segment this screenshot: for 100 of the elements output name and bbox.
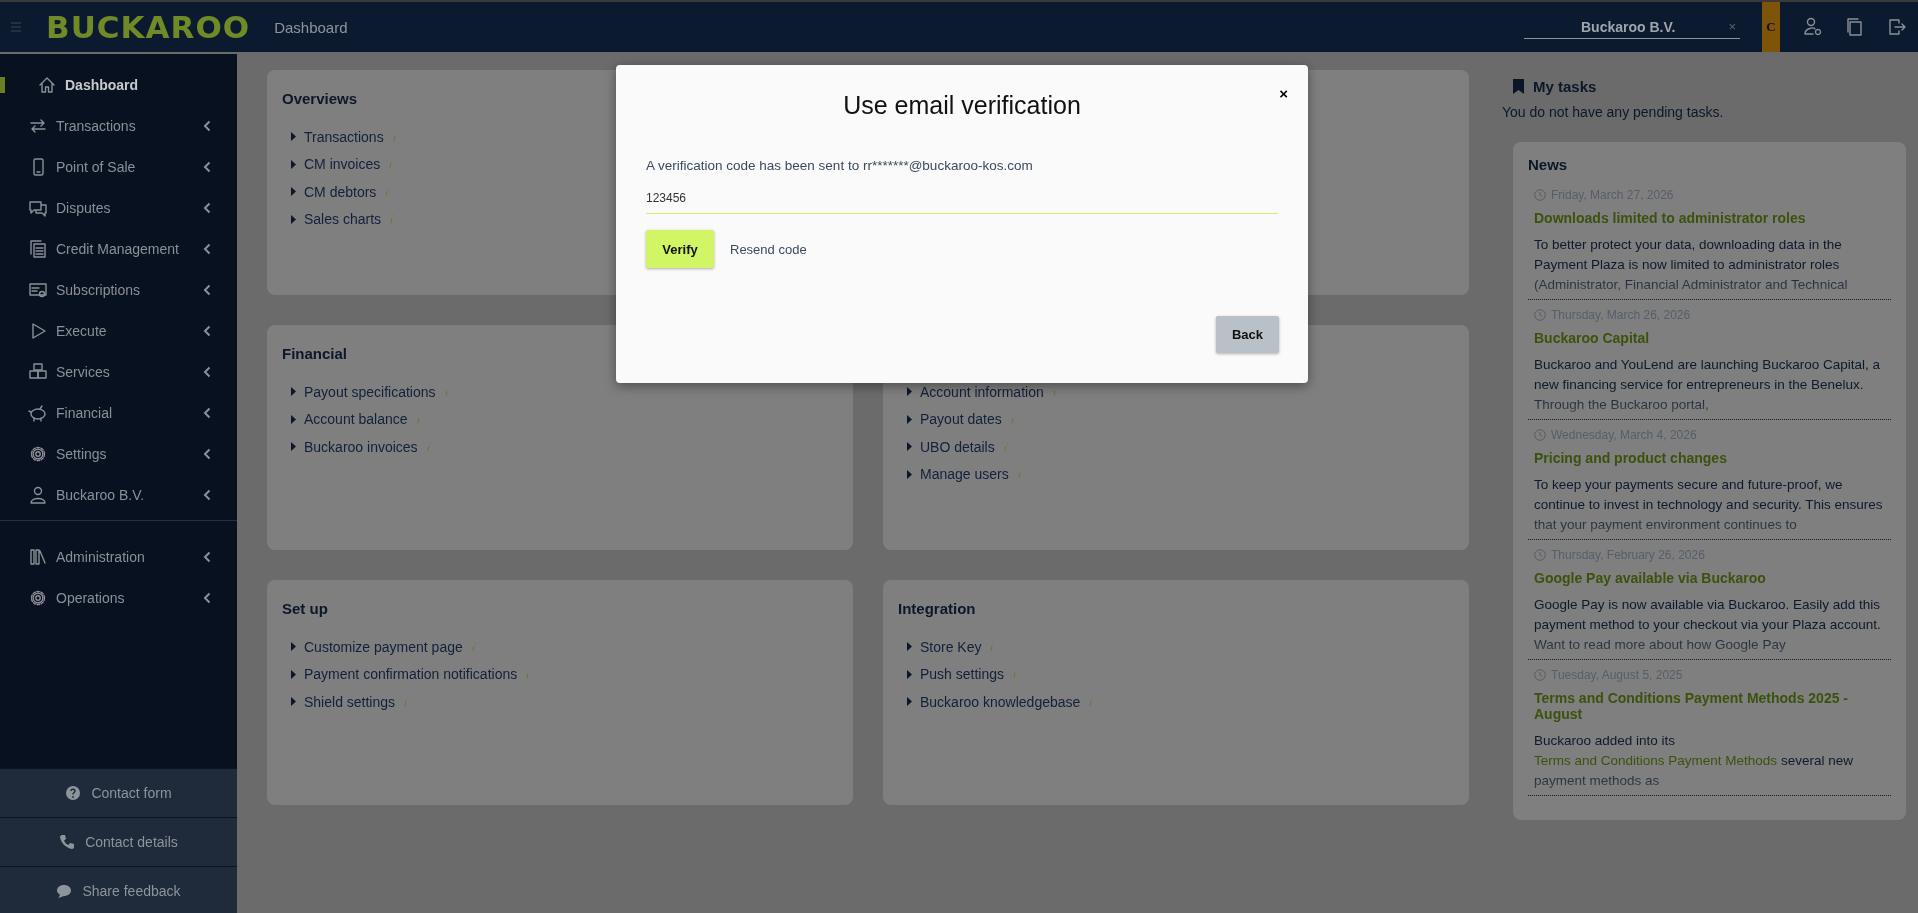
caret-right-icon — [291, 414, 296, 424]
page-title: Dashboard — [274, 18, 348, 36]
info-icon — [1052, 387, 1057, 396]
sidebar-item[interactable]: Administration — [0, 536, 237, 577]
footer-link[interactable]: Contact details — [0, 817, 237, 866]
card-link[interactable]: Payout specifications — [304, 383, 436, 400]
card-title: Set up — [282, 600, 329, 617]
sidebar-item[interactable]: Transactions — [0, 105, 237, 146]
caret-right-icon — [291, 132, 296, 142]
card-link[interactable]: Transactions — [304, 128, 384, 145]
code-input[interactable]: 123456 — [646, 187, 1278, 214]
sidebar-item[interactable]: Financial — [0, 392, 237, 433]
info-icon — [526, 670, 531, 679]
phone-icon — [59, 834, 76, 850]
card-link[interactable]: Store Key — [920, 638, 982, 655]
chevron-left-icon — [203, 119, 211, 132]
news-headline[interactable]: Buckaroo Capital — [1534, 330, 1885, 346]
news-body: To better protect your data, downloading data in the Payment Plaza is now limited to administrator roles (Administrator, Financial Administrator and Technical — [1534, 236, 1849, 294]
info-icon — [1013, 670, 1018, 679]
card-link[interactable]: Sales charts — [304, 211, 382, 228]
chevron-left-icon — [203, 324, 211, 337]
card-link[interactable]: Shield settings — [304, 693, 396, 710]
sidebar-item[interactable]: Credit Management — [0, 228, 237, 269]
clock-icon — [1534, 429, 1546, 441]
clock-icon — [1534, 189, 1546, 201]
caret-right-icon — [907, 469, 912, 479]
clear-button[interactable]: × — [1728, 19, 1736, 34]
caret-right-icon — [907, 697, 912, 707]
logo[interactable]: BUCKAROO — [46, 9, 251, 45]
news-title: News — [1528, 156, 1569, 173]
clock-icon — [1534, 669, 1546, 681]
news-headline[interactable]: Terms and Conditions Payment Methods 2025 - August — [1534, 690, 1885, 722]
verify-button[interactable]: Verify — [646, 230, 714, 268]
card-link[interactable]: Payout dates — [920, 411, 1002, 428]
sidebar-item[interactable]: Execute — [0, 310, 237, 351]
sidebar-item[interactable]: Subscriptions — [0, 269, 237, 310]
info-icon — [390, 215, 395, 224]
news-body: To keep your payments secure and future-proof, we continue to invest in technology and security. This ensures that your payment environment continues to — [1534, 476, 1884, 534]
card-link[interactable]: UBO details — [920, 438, 995, 455]
verification-message: A verification code has been sent to rr*******@buckaroo-kos.com — [646, 158, 1034, 173]
sidebar-item[interactable]: Disputes — [0, 187, 237, 228]
card-link[interactable]: Buckaroo knowledgebase — [920, 693, 1081, 710]
card-link[interactable]: Account information — [920, 383, 1044, 400]
card-title: Financial — [282, 345, 349, 362]
tasks-title: My tasks — [1533, 78, 1597, 95]
chevron-left-icon — [203, 160, 211, 173]
clock-icon — [1534, 549, 1546, 561]
card-link[interactable]: Account balance — [304, 411, 408, 428]
info-icon — [1089, 697, 1094, 706]
bookmark-icon — [1513, 79, 1524, 94]
company-select[interactable]: Buckaroo B.V. × — [1524, 15, 1740, 39]
person-icon — [28, 484, 48, 505]
chevron-left-icon — [203, 242, 211, 255]
boxes-icon — [28, 361, 48, 382]
card-title: Integration — [898, 600, 977, 617]
logout-icon[interactable] — [1887, 17, 1907, 37]
documents-icon — [28, 238, 48, 259]
news-link[interactable]: Terms and Conditions Payment Methods — [1534, 753, 1778, 768]
help-icon — [65, 785, 82, 801]
card-link[interactable]: Manage users — [920, 466, 1009, 483]
card-link[interactable]: Payment confirmation notifications — [304, 666, 518, 683]
info-icon — [389, 160, 394, 169]
footer-link[interactable]: Contact form — [0, 768, 237, 817]
card-link[interactable]: Buckaroo invoices — [304, 438, 418, 455]
news-body: Buckaroo and YouLend are launching Buckaroo Capital, a new financing service for entrepreneurs in the Benelux. Through the Buckaroo portal, — [1534, 356, 1881, 414]
info-icon — [471, 642, 476, 651]
footer-link[interactable]: Share feedback — [0, 866, 237, 913]
info-icon — [404, 697, 409, 706]
caret-right-icon — [907, 642, 912, 652]
sidebar-item[interactable]: Point of Sale — [0, 146, 237, 187]
card-link[interactable]: CM invoices — [304, 156, 381, 173]
sidebar-item[interactable]: Settings — [0, 433, 237, 474]
caret-right-icon — [291, 442, 296, 452]
info-icon — [1003, 442, 1008, 451]
caret-right-icon — [907, 387, 912, 397]
sidebar-item[interactable]: Services — [0, 351, 237, 392]
sidebar-item[interactable]: Buckaroo B.V. — [0, 474, 237, 515]
resend-code-link[interactable]: Resend code — [730, 241, 807, 257]
back-button[interactable]: Back — [1216, 316, 1279, 353]
sidebar-item[interactable]: Dashboard — [0, 64, 237, 105]
chevron-left-icon — [203, 406, 211, 419]
user-settings-icon[interactable] — [1803, 17, 1823, 37]
caret-right-icon — [291, 214, 296, 224]
chevron-left-icon — [203, 591, 211, 604]
card-link[interactable]: CM debtors — [304, 183, 377, 200]
caret-right-icon — [291, 159, 296, 169]
info-icon — [1010, 415, 1015, 424]
books-icon — [28, 546, 48, 567]
news-headline[interactable]: Downloads limited to administrator roles — [1534, 210, 1885, 226]
card-link[interactable]: Customize payment page — [304, 638, 463, 655]
caret-right-icon — [291, 642, 296, 652]
sidebar-item[interactable]: Operations — [0, 577, 237, 618]
news-headline[interactable]: Google Pay available via Buckaroo — [1534, 570, 1885, 586]
card-link[interactable]: Push settings — [920, 666, 1005, 683]
chevron-left-icon — [203, 447, 211, 460]
chevron-left-icon — [203, 550, 211, 563]
caret-right-icon — [291, 697, 296, 707]
copy-icon[interactable] — [1845, 17, 1865, 37]
news-headline[interactable]: Pricing and product changes — [1534, 450, 1885, 466]
close-button[interactable]: × — [1279, 85, 1288, 102]
